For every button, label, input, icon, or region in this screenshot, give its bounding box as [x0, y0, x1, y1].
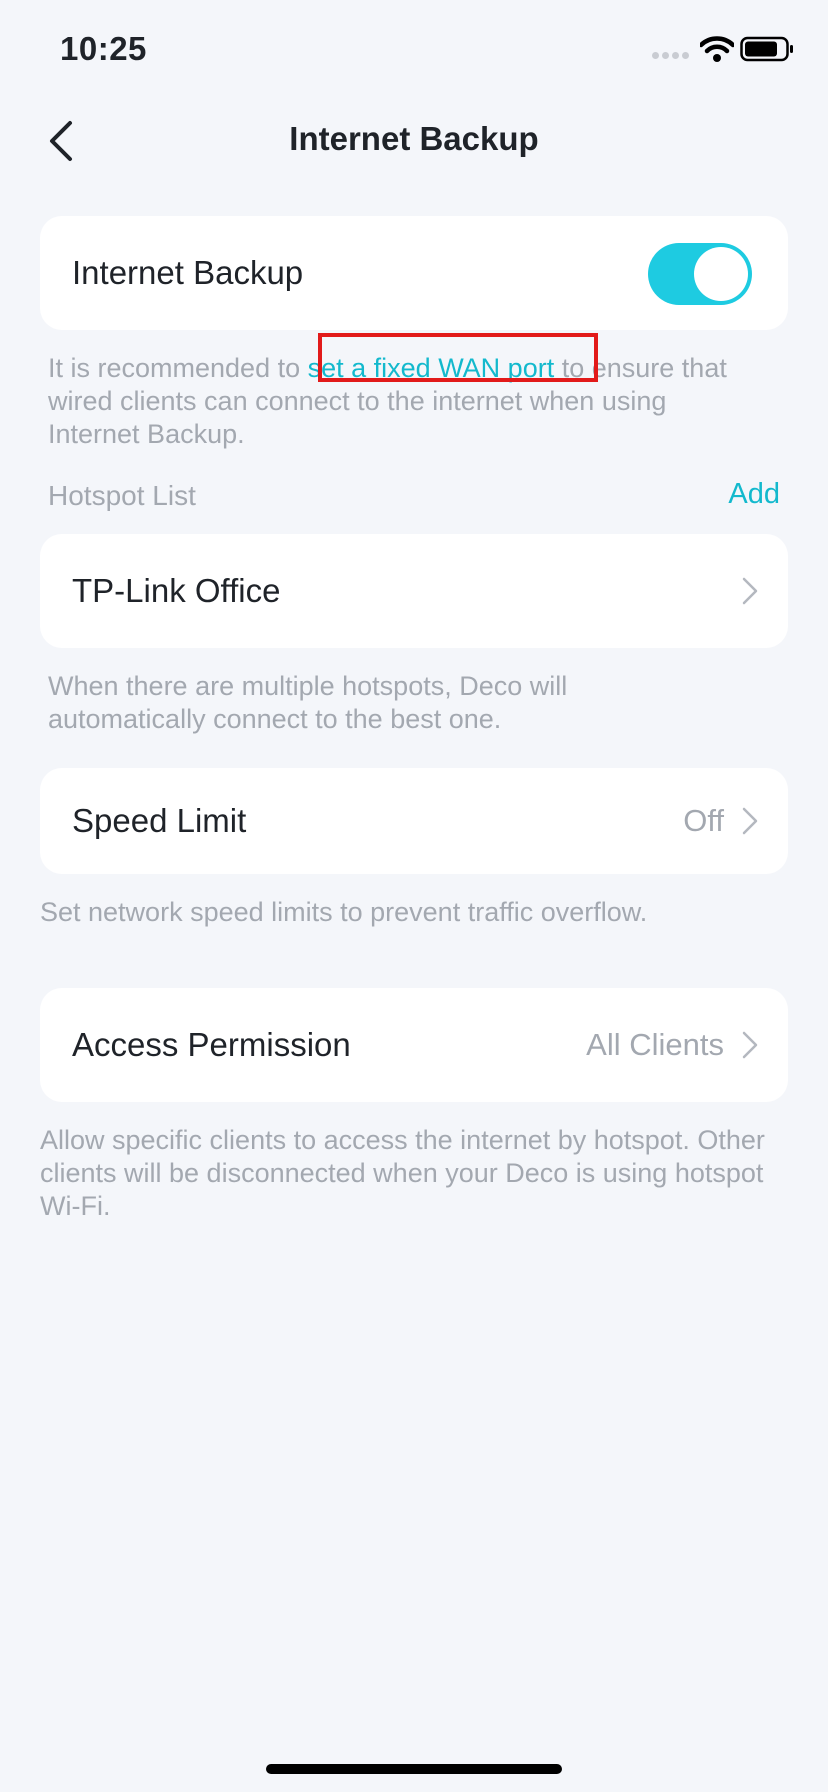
access-permission-row[interactable]: Access Permission All Clients	[40, 988, 788, 1102]
hotspot-note: When there are multiple hotspots, Deco w…	[48, 671, 568, 734]
add-hotspot-button[interactable]: Add	[728, 478, 780, 511]
wifi-icon	[700, 36, 734, 62]
wan-note-prefix: It is recommended to	[48, 353, 308, 383]
chevron-right-icon	[742, 1031, 758, 1059]
home-indicator	[266, 1764, 562, 1774]
status-time: 10:25	[60, 30, 147, 67]
highlight-box	[318, 333, 598, 382]
signal-icon	[652, 52, 692, 62]
speed-limit-row[interactable]: Speed Limit Off	[40, 768, 788, 874]
internet-backup-label: Internet Backup	[72, 254, 304, 291]
speed-limit-label: Speed Limit	[72, 802, 247, 839]
battery-icon	[740, 36, 793, 62]
internet-backup-toggle[interactable]	[648, 243, 752, 305]
toggle-knob	[694, 247, 748, 301]
nav-bar: Internet Backup	[0, 100, 828, 182]
internet-backup-card: Internet Backup	[40, 216, 788, 330]
chevron-right-icon	[742, 577, 758, 605]
speed-limit-note: Set network speed limits to prevent traf…	[40, 897, 648, 927]
access-permission-label: Access Permission	[72, 1026, 351, 1063]
access-permission-value: All Clients	[586, 1027, 724, 1062]
status-bar: 10:25	[0, 0, 828, 100]
hotspot-item[interactable]: TP-Link Office	[40, 534, 788, 648]
hotspot-list-header: Hotspot List	[48, 480, 196, 511]
access-permission-note: Allow specific clients to access the int…	[40, 1125, 765, 1221]
chevron-right-icon	[742, 807, 758, 835]
hotspot-name: TP-Link Office	[72, 572, 281, 609]
speed-limit-value: Off	[683, 803, 724, 838]
page-title: Internet Backup	[289, 120, 539, 157]
